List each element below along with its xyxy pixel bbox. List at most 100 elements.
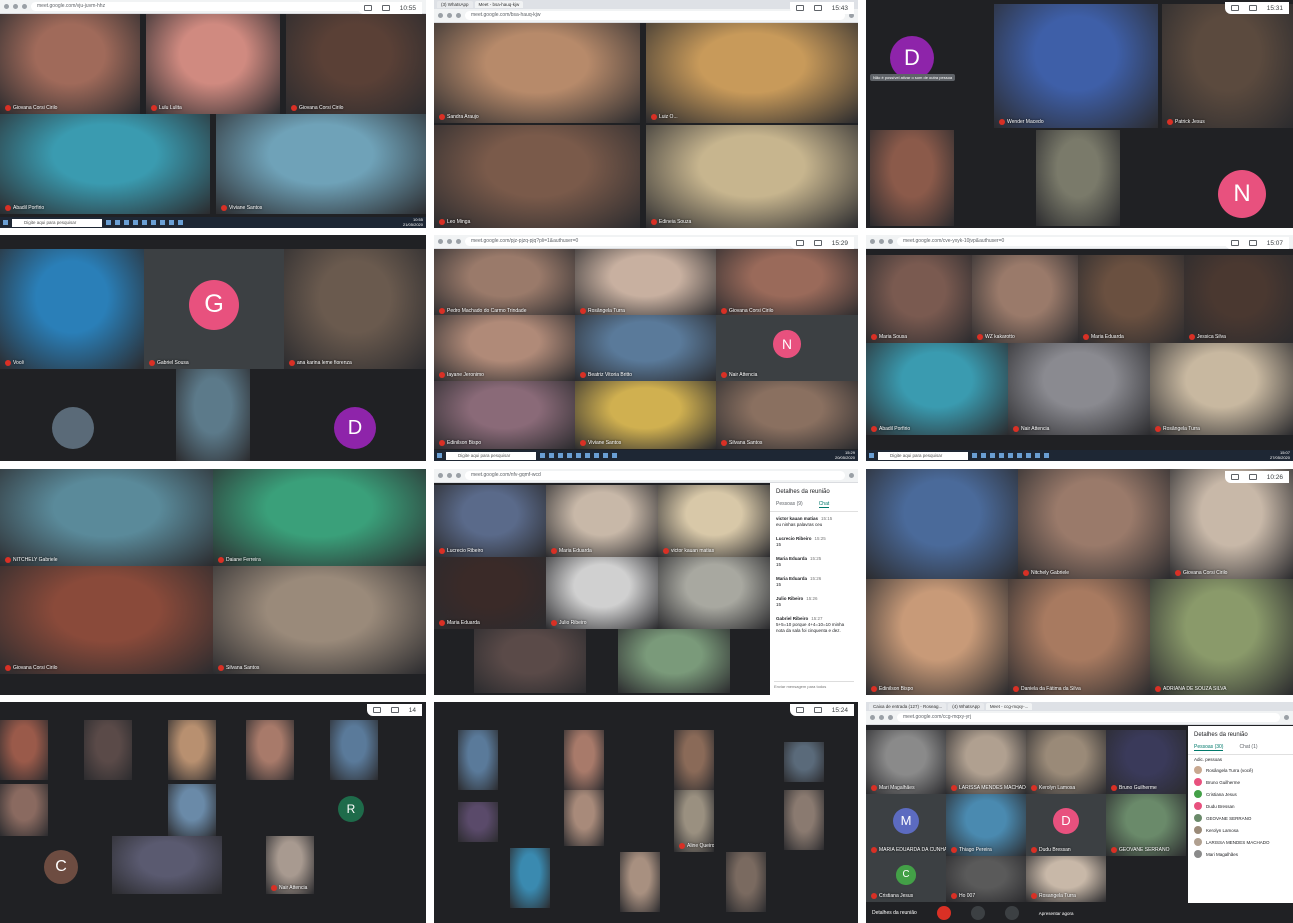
participant-name-text: Nitchely Gabriele [1031, 570, 1070, 576]
taskbar-app-icon[interactable] [990, 453, 995, 458]
taskbar-app-icon[interactable] [981, 453, 986, 458]
taskbar-app-icon[interactable] [612, 453, 617, 458]
windows-start-icon[interactable] [869, 453, 874, 458]
chat-input[interactable] [774, 681, 854, 691]
address-bar[interactable]: meet.google.com/bsa-hauq-kjw [465, 11, 845, 20]
address-bar[interactable]: meet.google.com/vju-juvm-hhz [31, 2, 413, 11]
taskbar-app-icon[interactable] [558, 453, 563, 458]
forward-icon[interactable] [879, 715, 884, 720]
windows-start-icon[interactable] [437, 453, 442, 458]
browser-tab[interactable]: Meet - ccg-mqxy-... [985, 703, 1033, 710]
taskbar-app-icon[interactable] [576, 453, 581, 458]
mic-off-icon [1013, 686, 1019, 692]
reload-icon[interactable] [456, 473, 461, 478]
taskbar-app-icon[interactable] [594, 453, 599, 458]
browser-tab[interactable]: Meet - bsa-hauq-kjw [474, 1, 524, 8]
forward-icon[interactable] [447, 473, 452, 478]
taskbar-app-icon[interactable] [999, 453, 1004, 458]
back-icon[interactable] [438, 13, 443, 18]
participant-name: Luiz O... [651, 114, 678, 120]
add-people-button[interactable]: Adic. pessoas [1188, 755, 1293, 764]
menu-icon[interactable] [849, 473, 854, 478]
taskbar-search-input[interactable]: Digite aqui para pesquisar [12, 218, 102, 227]
taskbar-app-icon[interactable] [972, 453, 977, 458]
people-icon[interactable] [795, 707, 804, 713]
menu-icon[interactable] [1284, 715, 1289, 720]
forward-icon[interactable] [447, 13, 452, 18]
back-icon[interactable] [870, 715, 875, 720]
forward-icon[interactable] [13, 4, 18, 9]
taskbar-app-icon[interactable] [585, 453, 590, 458]
tab-chat[interactable]: Chat (1) [1239, 744, 1257, 751]
taskbar-search-input[interactable]: Digite aqui para pesquisar [878, 451, 968, 460]
taskbar-app-icon[interactable] [124, 220, 129, 225]
chat-icon[interactable] [1248, 474, 1257, 480]
taskbar-search-input[interactable]: Digite aqui para pesquisar [446, 451, 536, 460]
people-icon[interactable] [372, 707, 381, 713]
reload-icon[interactable] [888, 239, 893, 244]
forward-icon[interactable] [447, 239, 452, 244]
meeting-details-panel: Detalhes da reunião Pessoas (9) Chat victor… [770, 483, 858, 695]
taskbar-app-icon[interactable] [549, 453, 554, 458]
taskbar-app-icon[interactable] [151, 220, 156, 225]
participant-tile: victor kauan matias [658, 485, 770, 557]
taskbar-app-icon[interactable] [1017, 453, 1022, 458]
taskbar-app-icon[interactable] [1026, 453, 1031, 458]
tab-chat[interactable]: Chat [818, 501, 830, 508]
taskbar-app-icon[interactable] [603, 453, 608, 458]
participant-video [1008, 579, 1150, 695]
chat-icon[interactable] [1248, 240, 1257, 246]
reload-icon[interactable] [888, 715, 893, 720]
browser-tab[interactable]: (4) WhatsApp [948, 703, 984, 710]
chat-icon[interactable] [813, 5, 822, 11]
meeting-details-button[interactable]: Detalhes da reunião [872, 910, 917, 916]
taskbar-app-icon[interactable] [540, 453, 545, 458]
chat-icon[interactable] [1248, 5, 1257, 11]
address-bar[interactable]: meet.google.com/nfv-gqmf-wcd [465, 471, 845, 480]
taskbar-app-icon[interactable] [160, 220, 165, 225]
people-icon[interactable] [1230, 474, 1239, 480]
tab-people[interactable]: Pessoas (30) [1194, 744, 1224, 751]
camera-toggle-button[interactable] [1004, 906, 1019, 920]
people-icon[interactable] [795, 240, 804, 246]
address-bar[interactable]: meet.google.com/pjz-pjzq-pjq?pli=1&authu… [465, 237, 845, 246]
address-bar[interactable]: meet.google.com/cve-yxyk-10jvp&authuser=… [897, 237, 1280, 246]
mic-off-icon [580, 372, 586, 378]
hang-up-button[interactable] [970, 906, 985, 920]
taskbar-app-icon[interactable] [1008, 453, 1013, 458]
mic-toggle-button[interactable] [936, 906, 951, 920]
chat-icon[interactable] [813, 240, 822, 246]
chat-icon[interactable] [381, 5, 390, 11]
participant-name: Maria Eduarda [551, 548, 592, 554]
taskbar-app-icon[interactable] [106, 220, 111, 225]
browser-tab[interactable]: (3) WhatsApp [437, 1, 473, 8]
people-icon[interactable] [795, 5, 804, 11]
taskbar-app-icon[interactable] [178, 220, 183, 225]
taskbar-app-icon[interactable] [142, 220, 147, 225]
participant-avatar: M [892, 807, 919, 834]
taskbar-app-icon[interactable] [169, 220, 174, 225]
forward-icon[interactable] [879, 239, 884, 244]
present-now-button[interactable]: Apresentar agora [1039, 911, 1074, 916]
browser-tab[interactable]: Caixa de entrada (127) - Roseag... [869, 703, 947, 710]
back-icon[interactable] [4, 4, 9, 9]
taskbar-app-icon[interactable] [115, 220, 120, 225]
chat-icon[interactable] [390, 707, 399, 713]
reload-icon[interactable] [456, 13, 461, 18]
taskbar-app-icon[interactable] [1035, 453, 1040, 458]
taskbar-app-icon[interactable] [567, 453, 572, 458]
people-icon[interactable] [363, 5, 372, 11]
windows-start-icon[interactable] [3, 220, 8, 225]
back-icon[interactable] [438, 239, 443, 244]
chat-icon[interactable] [813, 707, 822, 713]
reload-icon[interactable] [456, 239, 461, 244]
address-bar[interactable]: meet.google.com/ccg-mqxy-yrj [897, 713, 1280, 722]
taskbar-app-icon[interactable] [1044, 453, 1049, 458]
taskbar-app-icon[interactable] [133, 220, 138, 225]
back-icon[interactable] [870, 239, 875, 244]
people-icon[interactable] [1230, 5, 1239, 11]
people-icon[interactable] [1230, 240, 1239, 246]
reload-icon[interactable] [22, 4, 27, 9]
tab-people[interactable]: Pessoas (9) [776, 501, 803, 508]
back-icon[interactable] [438, 473, 443, 478]
